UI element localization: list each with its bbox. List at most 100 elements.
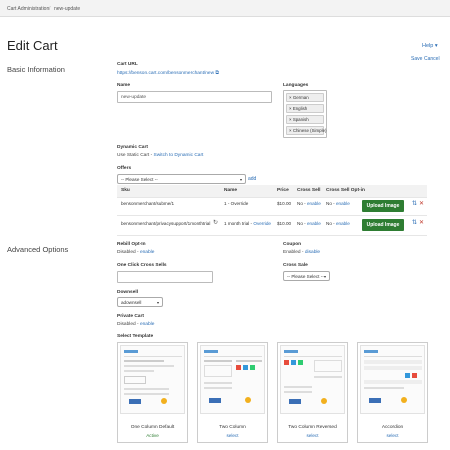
th-price: Price xyxy=(277,188,289,193)
language-tag[interactable]: × English xyxy=(286,104,324,113)
coupon-status: Enabled - disable xyxy=(283,250,321,255)
dynamic-cart-status: Use Static Cart - xyxy=(117,153,153,158)
template-preview-image xyxy=(200,345,265,414)
coupon-disable-link[interactable]: disable xyxy=(305,250,320,255)
template-preview-image xyxy=(120,345,185,414)
cross-sell-enable-link[interactable]: enable xyxy=(307,221,321,226)
template-card-one-column-default[interactable]: One Column Default Active xyxy=(117,342,188,443)
cell-sku: bensonmerchant/subme/1 xyxy=(121,201,175,206)
move-arrows-icon[interactable]: ⇅ xyxy=(412,200,417,207)
offers-label: Offers xyxy=(117,166,132,171)
save-link[interactable]: Save xyxy=(411,56,422,62)
cell-optin: No - enable xyxy=(326,201,350,206)
add-offer-link[interactable]: add xyxy=(248,176,256,182)
chevron-down-icon: ▾ xyxy=(156,300,159,305)
languages-label: Languages xyxy=(283,83,309,88)
chevron-down-icon: ▾ xyxy=(239,177,242,182)
offers-table-header xyxy=(117,185,427,197)
offers-select[interactable]: -- Please Select -- ▾ xyxy=(117,174,246,184)
downsell-label: Downsell xyxy=(117,290,139,295)
name-input[interactable]: new-update xyxy=(117,91,272,103)
cart-url-row: https://benson.cart.com/bensonmerchant/n… xyxy=(117,70,219,76)
template-name: Accordion xyxy=(381,425,404,430)
rebill-enable-link[interactable]: enable xyxy=(140,250,154,255)
template-select-link[interactable]: select xyxy=(358,433,427,438)
cross-sell-enable-link[interactable]: enable xyxy=(307,201,321,206)
delete-icon[interactable]: ✕ xyxy=(419,219,424,226)
cell-cross-sell: No - enable xyxy=(297,221,321,226)
language-tag[interactable]: × German xyxy=(286,93,324,102)
breadcrumb-current: new-update xyxy=(54,6,81,12)
select-template-label: Select Template xyxy=(117,334,154,339)
remove-icon[interactable]: × xyxy=(289,106,292,111)
dynamic-cart-row: Use Static Cart - Switch to Dynamic Cart xyxy=(117,153,203,158)
rebill-label: Rebill Opt-In xyxy=(117,242,146,247)
delete-icon[interactable]: ✕ xyxy=(419,200,424,207)
template-select-link[interactable]: select xyxy=(278,433,347,438)
template-status-active: Active xyxy=(146,433,159,438)
th-name: Name xyxy=(224,188,238,193)
move-arrows-icon[interactable]: ⇅ xyxy=(412,219,417,226)
external-link-icon[interactable]: ⧉ xyxy=(215,71,218,76)
cross-sale-select-value: -- Please Select -- xyxy=(287,274,324,279)
template-card-accordion[interactable]: Accordion select xyxy=(357,342,428,443)
cancel-link[interactable]: Cancel xyxy=(424,56,440,62)
advanced-options-heading: Advanced Options xyxy=(7,245,69,254)
basic-info-heading: Basic Information xyxy=(7,65,65,74)
cell-cross-sell: No - enable xyxy=(297,201,321,206)
cell-name: 1 month trial - Override xyxy=(224,221,271,226)
template-card-two-column-reversed[interactable]: Two Column Reversed select xyxy=(277,342,348,443)
chevron-down-icon: ▾ xyxy=(434,43,438,49)
downsell-select-value: adownsell xyxy=(121,300,142,305)
one-click-cross-sells-label: One Click Cross Sells xyxy=(117,263,167,268)
rebill-status: Disabled - enable xyxy=(117,250,155,255)
template-name: One Column Default xyxy=(130,425,175,430)
remove-icon[interactable]: × xyxy=(289,95,292,100)
breadcrumb-separator: / xyxy=(49,6,51,12)
help-menu[interactable]: Help ▾ xyxy=(422,43,438,49)
coupon-label: Coupon xyxy=(283,242,302,247)
remove-icon[interactable]: × xyxy=(289,117,292,122)
languages-multiselect[interactable]: × German × English × Spanish × Chinese (… xyxy=(283,90,327,138)
template-preview-image xyxy=(360,345,425,414)
template-card-two-column[interactable]: Two Column select xyxy=(197,342,268,443)
offers-select-value: -- Please Select -- xyxy=(121,177,158,182)
cross-sale-select[interactable]: -- Please Select -- ▾ xyxy=(283,271,330,281)
cart-url-link[interactable]: https://benson.cart.com/bensonmerchant/n… xyxy=(117,71,214,76)
upload-image-button[interactable]: Upload Image xyxy=(362,200,404,212)
language-tag[interactable]: × Spanish xyxy=(286,115,324,124)
upload-image-button[interactable]: Upload Image xyxy=(362,219,404,231)
breadcrumb-root-link[interactable]: Cart Administration xyxy=(7,6,49,12)
one-click-cross-sells-input[interactable] xyxy=(117,271,213,283)
th-sku: Sku xyxy=(121,188,130,193)
refresh-icon[interactable]: ↻ xyxy=(213,219,218,226)
private-cart-label: Private Cart xyxy=(117,314,144,319)
cell-name: 1 - Override xyxy=(224,201,249,206)
downsell-select[interactable]: adownsell ▾ xyxy=(117,297,163,307)
cell-price: $10.00 xyxy=(277,201,292,206)
cell-sku: bensonmerchant/privacysupport/1monthtria… xyxy=(121,221,211,226)
dynamic-cart-label: Dynamic Cart xyxy=(117,145,148,150)
page-title: Edit Cart xyxy=(7,38,58,53)
template-name: Two Column xyxy=(219,425,246,430)
name-label: Name xyxy=(117,83,131,88)
optin-enable-link[interactable]: enable xyxy=(336,201,350,206)
row-divider xyxy=(117,235,427,236)
name-input-value: new-update xyxy=(121,95,147,100)
private-cart-status: Disabled - enable xyxy=(117,322,155,327)
optin-enable-link[interactable]: enable xyxy=(336,221,350,226)
th-cross-sell-optin: Cross Sell Opt-in xyxy=(326,188,365,193)
language-tag[interactable]: × Chinese (Simple) xyxy=(286,126,327,135)
template-name: Two Column Reversed xyxy=(288,425,337,430)
cross-sale-label: Cross Sale xyxy=(283,263,308,268)
cell-optin: No - enable xyxy=(326,221,350,226)
remove-icon[interactable]: × xyxy=(289,128,292,133)
switch-dynamic-cart-link[interactable]: Switch to Dynamic Cart xyxy=(154,153,204,158)
chevron-down-icon: ▾ xyxy=(323,274,326,279)
template-select-link[interactable]: select xyxy=(198,433,267,438)
override-link[interactable]: Override xyxy=(253,221,271,226)
private-cart-enable-link[interactable]: enable xyxy=(140,322,154,327)
template-preview-image xyxy=(280,345,345,414)
cart-url-label: Cart URL xyxy=(117,62,138,67)
th-cross-sell: Cross Sell xyxy=(297,188,321,193)
